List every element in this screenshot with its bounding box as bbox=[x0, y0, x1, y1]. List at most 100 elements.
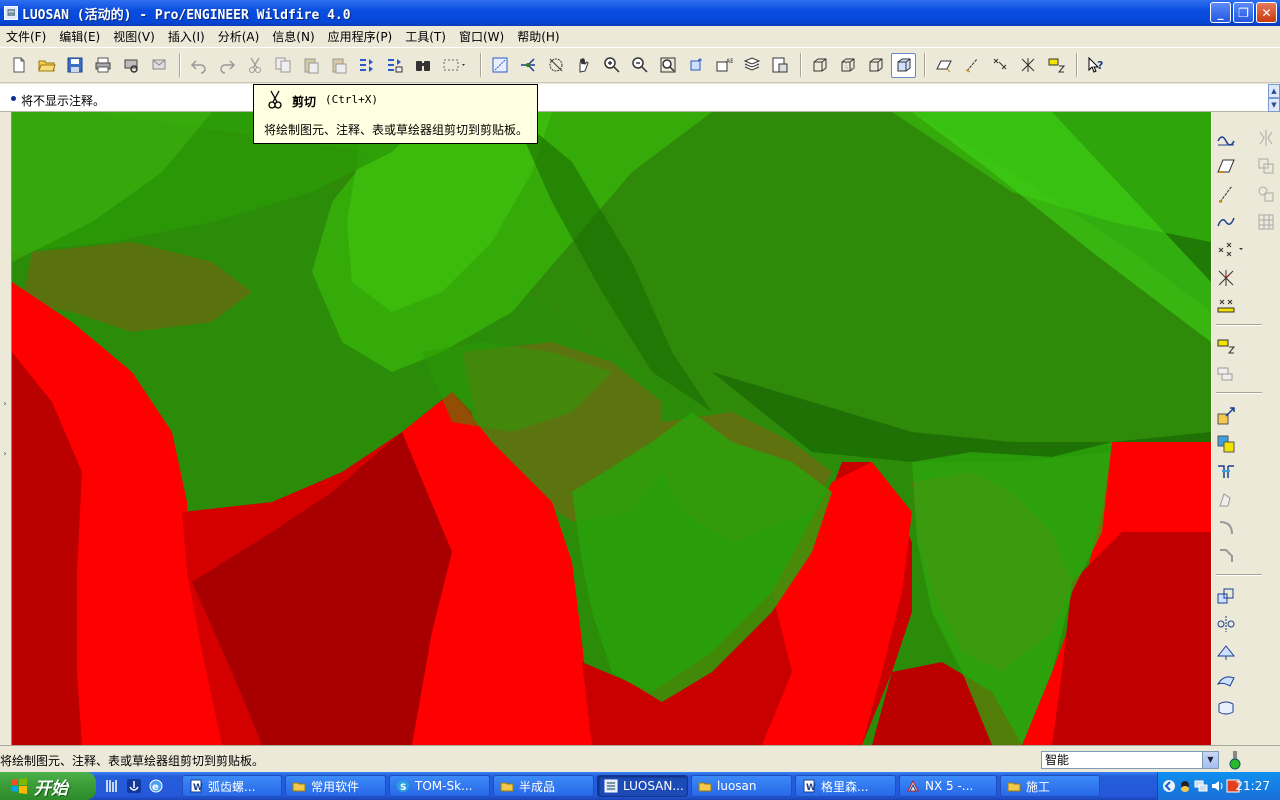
quick-launch-app-icon[interactable] bbox=[126, 778, 142, 794]
merge-icon[interactable] bbox=[1214, 460, 1238, 484]
taskbar-item[interactable]: luosan bbox=[691, 775, 792, 797]
copy-icon[interactable] bbox=[270, 53, 295, 78]
selection-filter-dropdown[interactable]: 智能 ▼ bbox=[1041, 751, 1219, 769]
grid-pattern-icon[interactable] bbox=[1254, 210, 1278, 234]
undo-icon[interactable] bbox=[186, 53, 211, 78]
datum-curve-icon[interactable] bbox=[1214, 210, 1238, 234]
regeneration-manager-icon[interactable] bbox=[382, 53, 407, 78]
copy-disabled-icon[interactable] bbox=[1254, 154, 1278, 178]
quick-launch-tool-icon[interactable] bbox=[104, 778, 120, 794]
datum-point-display-icon[interactable] bbox=[987, 53, 1012, 78]
close-button[interactable]: ✕ bbox=[1256, 2, 1277, 23]
datum-plane-display-icon[interactable] bbox=[931, 53, 956, 78]
taskbar-item[interactable]: S TOM-Sk... bbox=[389, 775, 490, 797]
extend-icon[interactable] bbox=[1214, 640, 1238, 664]
style-surface-icon[interactable] bbox=[1214, 696, 1238, 720]
minimize-button[interactable]: _ bbox=[1210, 2, 1231, 23]
menu-insert[interactable]: 插入(I) bbox=[164, 28, 209, 45]
shading-icon[interactable] bbox=[891, 52, 916, 78]
navigator-collapse-strip[interactable]: › › bbox=[0, 112, 12, 745]
tray-expand-icon[interactable] bbox=[1162, 779, 1176, 793]
open-folder-icon[interactable] bbox=[34, 53, 59, 78]
new-file-icon[interactable] bbox=[6, 53, 31, 78]
taskbar-item[interactable]: W 格里森... bbox=[795, 775, 896, 797]
zoom-out-icon[interactable] bbox=[627, 53, 652, 78]
network-icon[interactable] bbox=[1194, 779, 1208, 793]
menu-file[interactable]: 文件(F) bbox=[2, 28, 50, 45]
wireframe-icon[interactable] bbox=[807, 53, 832, 78]
datum-plane-icon[interactable] bbox=[1214, 154, 1238, 178]
pattern-disabled-icon[interactable] bbox=[1254, 182, 1278, 206]
analysis-feature-icon[interactable] bbox=[1214, 294, 1238, 318]
taskbar-item[interactable]: 半成品 bbox=[493, 775, 594, 797]
cut-icon[interactable] bbox=[242, 53, 267, 78]
message-scroll[interactable]: ▲ ▼ bbox=[1268, 84, 1280, 112]
select-box-icon[interactable] bbox=[438, 53, 472, 78]
coordinate-system-display-icon[interactable] bbox=[1015, 53, 1040, 78]
annotation-display-icon[interactable] bbox=[1043, 53, 1068, 78]
datum-point-icon[interactable] bbox=[1214, 238, 1248, 262]
expand-arrow-icon[interactable]: › bbox=[1, 447, 9, 459]
taskbar-item[interactable]: 施工 bbox=[1000, 775, 1100, 797]
mirror-disabled-icon[interactable] bbox=[1254, 126, 1278, 150]
menu-window[interactable]: 窗口(W) bbox=[455, 28, 508, 45]
paste-special-icon[interactable] bbox=[326, 53, 351, 78]
sketch-icon[interactable] bbox=[1214, 126, 1238, 150]
datum-axis-icon[interactable] bbox=[515, 53, 540, 78]
taskbar-item[interactable]: 常用软件 bbox=[285, 775, 386, 797]
chevron-down-icon[interactable]: ▼ bbox=[1202, 752, 1218, 768]
maximize-button[interactable]: ❐ bbox=[1233, 2, 1254, 23]
view-manager-icon[interactable] bbox=[767, 53, 792, 78]
send-mail-icon[interactable] bbox=[146, 53, 171, 78]
regenerate-icon[interactable] bbox=[354, 53, 379, 78]
shrinkwrap-icon[interactable] bbox=[1214, 432, 1238, 456]
menu-view[interactable]: 视图(V) bbox=[109, 28, 159, 45]
coordinate-system-icon[interactable] bbox=[1214, 266, 1238, 290]
layers-icon[interactable] bbox=[739, 53, 764, 78]
menu-edit[interactable]: 编辑(E) bbox=[55, 28, 104, 45]
redo-icon[interactable] bbox=[214, 53, 239, 78]
scroll-up-icon[interactable]: ▲ bbox=[1268, 84, 1280, 98]
qq-icon[interactable] bbox=[1178, 779, 1192, 793]
datum-axis-display-icon[interactable] bbox=[959, 53, 984, 78]
volume-icon[interactable] bbox=[1210, 779, 1224, 793]
hidden-line-icon[interactable] bbox=[835, 53, 860, 78]
print-icon[interactable] bbox=[90, 53, 115, 78]
orient-icon[interactable] bbox=[543, 53, 568, 78]
annotation-feature-icon[interactable] bbox=[1214, 334, 1238, 358]
expand-arrow-icon[interactable]: › bbox=[1, 397, 9, 409]
graphics-viewport[interactable] bbox=[12, 112, 1211, 745]
find-binoculars-icon[interactable] bbox=[410, 53, 435, 78]
saved-views-icon[interactable]: AB bbox=[711, 53, 736, 78]
boundary-blend-icon[interactable] bbox=[1214, 668, 1238, 692]
annotation-element-icon[interactable] bbox=[1214, 362, 1238, 386]
sketch-tool-icon[interactable] bbox=[487, 53, 512, 78]
pan-hand-icon[interactable] bbox=[571, 53, 596, 78]
no-hidden-icon[interactable] bbox=[863, 53, 888, 78]
menu-applications[interactable]: 应用程序(P) bbox=[324, 28, 397, 45]
context-help-icon[interactable]: ? bbox=[1083, 53, 1108, 78]
zoom-in-icon[interactable] bbox=[599, 53, 624, 78]
start-button[interactable]: 开始 bbox=[0, 772, 96, 800]
chamfer-icon[interactable] bbox=[1214, 544, 1238, 568]
menu-analysis[interactable]: 分析(A) bbox=[214, 28, 264, 45]
print-preview-icon[interactable] bbox=[118, 53, 143, 78]
taskbar-item[interactable]: W 弧齿螺... bbox=[182, 775, 282, 797]
taskbar-item[interactable]: LUOSAN... bbox=[597, 775, 688, 797]
taskbar-item[interactable]: NX 5 -... bbox=[899, 775, 997, 797]
copy-geometry-icon[interactable] bbox=[1214, 404, 1238, 428]
save-icon[interactable] bbox=[62, 53, 87, 78]
scroll-down-icon[interactable]: ▼ bbox=[1268, 98, 1280, 112]
quick-launch-browser-icon[interactable]: e bbox=[148, 778, 164, 794]
menu-info[interactable]: 信息(N) bbox=[268, 28, 318, 45]
menu-help[interactable]: 帮助(H) bbox=[513, 28, 563, 45]
menu-tools[interactable]: 工具(T) bbox=[401, 28, 450, 45]
datum-axis-icon[interactable] bbox=[1214, 182, 1238, 206]
offset-icon[interactable] bbox=[1214, 584, 1238, 608]
repaint-icon[interactable] bbox=[683, 53, 708, 78]
paste-icon[interactable] bbox=[298, 53, 323, 78]
zoom-fit-icon[interactable] bbox=[655, 53, 680, 78]
round-icon[interactable] bbox=[1214, 516, 1238, 540]
solidify-icon[interactable] bbox=[1214, 488, 1238, 512]
mirror-icon[interactable] bbox=[1214, 612, 1238, 636]
